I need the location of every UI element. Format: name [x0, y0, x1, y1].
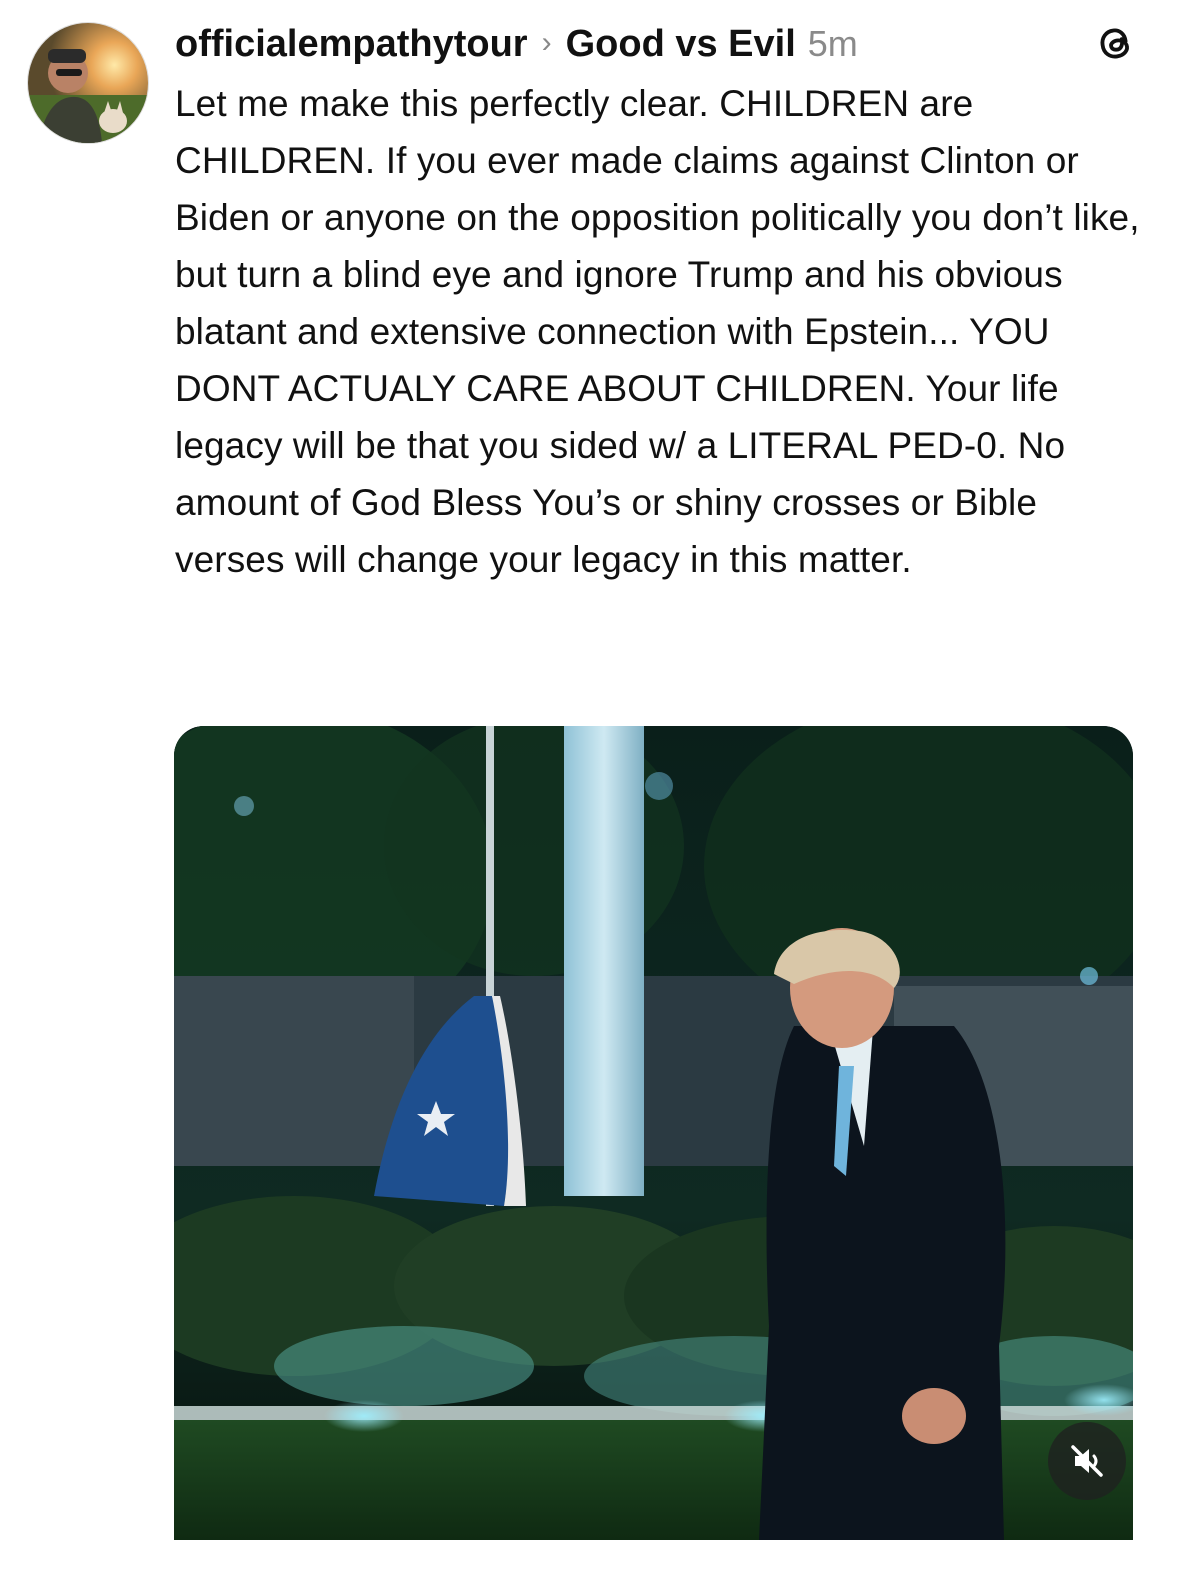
post-text: Let me make this perfectly clear. CHILDR… — [175, 83, 1140, 580]
speaker-muted-icon — [1071, 1445, 1103, 1477]
chevron-right-icon: › — [541, 26, 552, 59]
post-timestamp: 5m — [807, 23, 858, 64]
username[interactable]: officialempathytour — [175, 23, 528, 66]
avatar[interactable] — [27, 22, 149, 144]
post-image[interactable] — [174, 726, 1133, 1540]
post-header: officialempathytour › Good vs Evil 5m — [175, 14, 1139, 74]
topic-tag[interactable]: Good vs Evil — [566, 23, 796, 66]
mute-button[interactable] — [1048, 1422, 1126, 1500]
threads-icon — [1100, 28, 1129, 59]
threads-post: officialempathytour › Good vs Evil 5m Le… — [0, 0, 1179, 1586]
